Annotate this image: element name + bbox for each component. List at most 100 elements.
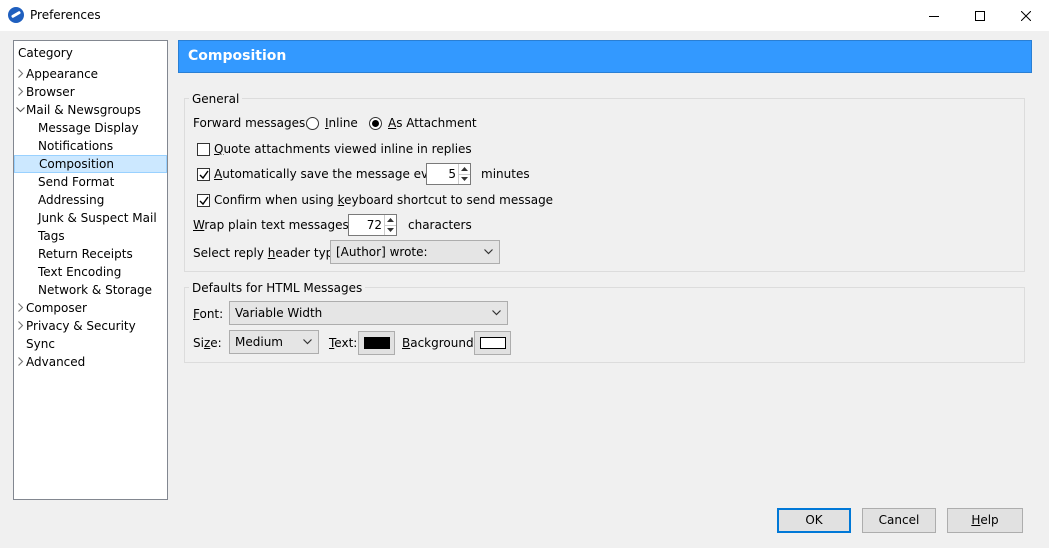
font-select[interactable]: Variable Width — [229, 301, 508, 325]
title-bar: Preferences — [0, 0, 1049, 31]
sidebar-item[interactable]: Return Receipts — [38, 245, 133, 263]
sidebar-item-label: Return Receipts — [38, 247, 133, 261]
stepper-down-button[interactable] — [385, 225, 396, 235]
autosave-minutes-stepper[interactable]: 5 — [426, 163, 471, 185]
font-value: Variable Width — [235, 306, 323, 320]
sidebar-item[interactable]: Browser — [18, 83, 75, 101]
chevron-down-icon — [484, 249, 493, 255]
close-button[interactable] — [1003, 0, 1049, 31]
minimize-icon — [929, 15, 939, 17]
sidebar-item-label: Message Display — [38, 121, 139, 135]
sidebar-item[interactable]: Junk & Suspect Mail — [38, 209, 157, 227]
category-title: Category — [18, 46, 73, 60]
quote-attachments-label[interactable]: Quote attachments viewed inline in repli… — [214, 142, 472, 156]
chevron-right-icon[interactable] — [16, 353, 26, 371]
panel-header: Composition — [178, 40, 1032, 73]
text-color-button[interactable] — [358, 331, 395, 355]
autosave-label[interactable]: Automatically save the message every — [214, 167, 448, 181]
wrap-characters-value: 72 — [366, 218, 382, 232]
chevron-up-icon — [387, 218, 394, 222]
sidebar-item[interactable]: Appearance — [18, 65, 98, 83]
sidebar-item[interactable]: Send Format — [38, 173, 114, 191]
sidebar-item-label: Junk & Suspect Mail — [38, 211, 157, 225]
text-color-label: Text: — [329, 336, 358, 350]
forward-inline-radio[interactable] — [306, 117, 319, 130]
sidebar-item[interactable]: Text Encoding — [38, 263, 121, 281]
reply-header-value: [Author] wrote: — [336, 245, 428, 259]
sidebar-item-label: Sync — [26, 337, 55, 351]
forward-inline-label[interactable]: Inline — [325, 116, 358, 130]
sidebar-item[interactable]: Message Display — [38, 119, 139, 137]
wrap-unit-label: characters — [408, 218, 472, 232]
sidebar-item-label: Text Encoding — [38, 265, 122, 279]
sidebar-item[interactable]: Mail & Newsgroups — [16, 101, 141, 119]
panel-title: Composition — [188, 48, 287, 64]
sidebar-item-label: Composer — [26, 301, 87, 315]
stepper-down-button[interactable] — [459, 174, 470, 184]
sidebar-item-label: Browser — [26, 85, 75, 99]
maximize-icon — [975, 10, 985, 21]
reply-header-select[interactable]: [Author] wrote: — [330, 240, 500, 264]
background-color-swatch — [480, 337, 506, 349]
sidebar-item-label: Tags — [38, 229, 65, 243]
html-defaults-group-label: Defaults for HTML Messages — [189, 281, 366, 295]
sidebar-item[interactable]: Composition — [14, 155, 167, 173]
sidebar-item-label: Notifications — [38, 139, 114, 153]
forward-attachment-radio[interactable] — [369, 117, 382, 130]
autosave-checkbox[interactable] — [197, 168, 210, 181]
background-color-button[interactable] — [474, 331, 511, 355]
sidebar-item[interactable]: Sync — [26, 335, 55, 353]
sidebar-item-label: Network & Storage — [38, 283, 153, 297]
chevron-down-icon[interactable] — [16, 101, 26, 119]
sidebar-item-label: Addressing — [38, 193, 105, 207]
font-label: Font: — [193, 307, 224, 321]
sidebar-item[interactable]: Composer — [18, 299, 87, 317]
wrap-characters-stepper[interactable]: 72 — [348, 214, 397, 236]
window-title: Preferences — [30, 8, 101, 22]
autosave-unit-label: minutes — [481, 167, 530, 181]
confirm-shortcut-checkbox[interactable] — [197, 194, 210, 207]
sidebar-item[interactable]: Addressing — [38, 191, 104, 209]
size-label: Size: — [193, 336, 222, 350]
app-icon — [8, 7, 24, 23]
wrap-label: Wrap plain text messages at — [193, 218, 365, 232]
chevron-down-icon — [387, 228, 394, 232]
sidebar-item-label: Mail & Newsgroups — [26, 103, 141, 117]
chevron-down-icon — [492, 310, 501, 316]
sidebar-item[interactable]: Advanced — [18, 353, 86, 371]
minimize-button[interactable] — [911, 0, 957, 31]
check-icon — [199, 196, 209, 206]
sidebar-item[interactable]: Privacy & Security — [18, 317, 136, 335]
ok-button[interactable]: OK — [777, 508, 851, 533]
cancel-button[interactable]: Cancel — [862, 508, 936, 533]
sidebar-item[interactable]: Notifications — [38, 137, 113, 155]
chevron-right-icon[interactable] — [16, 83, 26, 101]
text-color-swatch — [364, 337, 390, 349]
reply-header-label: Select reply header type: — [193, 246, 345, 260]
chevron-right-icon[interactable] — [16, 317, 26, 335]
maximize-button[interactable] — [957, 0, 1003, 31]
chevron-down-icon — [461, 177, 468, 181]
size-select[interactable]: Medium — [229, 330, 319, 354]
forward-attachment-label[interactable]: As Attachment — [388, 116, 477, 130]
category-panel: Category Appearance Browser Mail & Newsgro… — [13, 40, 168, 500]
chevron-up-icon — [461, 167, 468, 171]
sidebar-item-label: Advanced — [26, 355, 86, 369]
forward-messages-label: Forward messages: — [193, 116, 310, 130]
confirm-shortcut-label[interactable]: Confirm when using keyboard shortcut to … — [214, 193, 553, 207]
autosave-minutes-value: 5 — [448, 167, 456, 181]
quote-attachments-checkbox[interactable] — [197, 143, 210, 156]
chevron-down-icon — [303, 339, 312, 345]
background-color-label: Background: — [402, 336, 478, 350]
sidebar-item[interactable]: Network & Storage — [38, 281, 152, 299]
sidebar-item[interactable]: Tags — [38, 227, 65, 245]
close-icon — [1021, 10, 1031, 21]
sidebar-item-label: Composition — [39, 157, 114, 171]
sidebar-item-label: Privacy & Security — [26, 319, 136, 333]
size-value: Medium — [235, 335, 283, 349]
sidebar-item-label: Send Format — [38, 175, 115, 189]
check-icon — [199, 170, 209, 180]
chevron-right-icon[interactable] — [16, 299, 26, 317]
help-button[interactable]: Help — [947, 508, 1023, 533]
chevron-right-icon[interactable] — [16, 65, 26, 83]
